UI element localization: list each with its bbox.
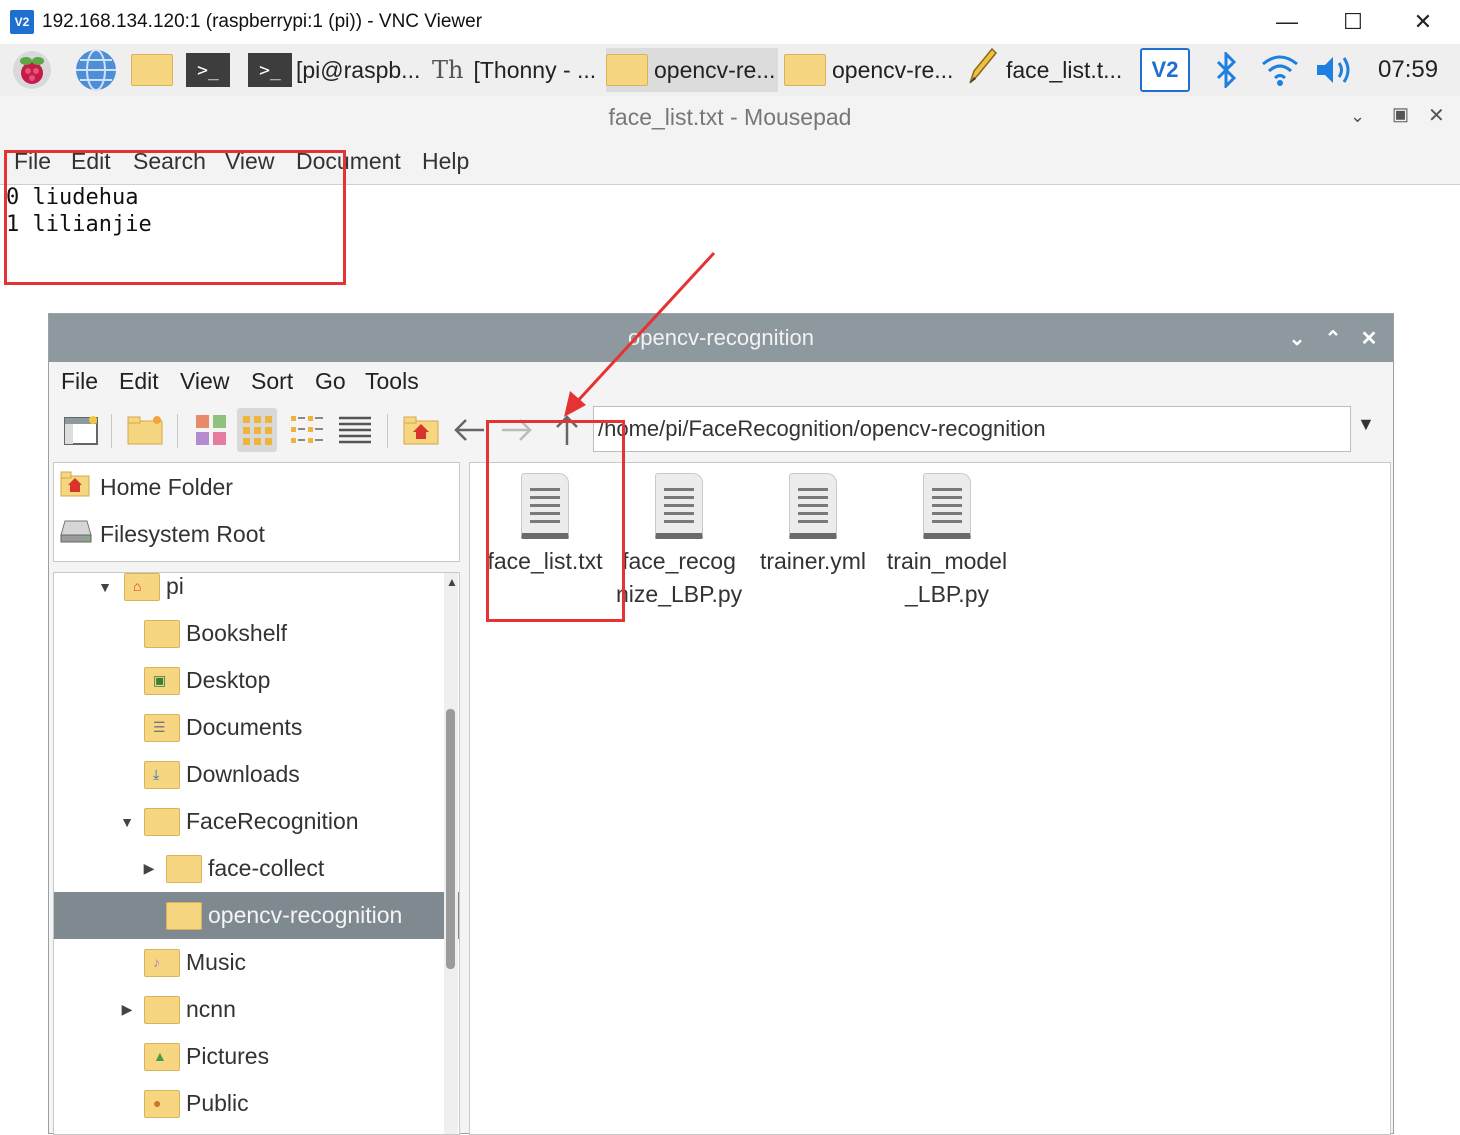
collapsed-triangle-icon: ▶ [143, 860, 155, 876]
annotation-box-face-list-file [486, 420, 625, 622]
mousepad-title-bar: face_list.txt - Mousepad ⌄ ▣ ✕ [0, 96, 1460, 140]
vnc-window-title: 192.168.134.120:1 (raspberrypi:1 (pi)) -… [42, 11, 483, 32]
vnc-logo-icon: V2 [10, 10, 34, 34]
pictures-folder-icon: ▲ [144, 1042, 180, 1071]
task-terminal[interactable]: >_ [pi@raspb... [248, 48, 424, 92]
terminal-launcher-icon[interactable]: >_ [186, 48, 230, 92]
documents-folder-icon: ☰ [144, 713, 180, 742]
home-icon [60, 471, 90, 503]
mousepad-close-button[interactable]: ✕ [1428, 103, 1445, 128]
file-manager-launcher-icon[interactable] [130, 48, 174, 92]
new-window-icon[interactable] [61, 408, 101, 452]
toolbar-separator [387, 414, 388, 448]
text-file-icon [655, 473, 703, 539]
volume-icon[interactable] [1312, 48, 1356, 92]
desktop-folder-icon: ▣ [144, 666, 180, 695]
mousepad-window-title: face_list.txt - Mousepad [608, 104, 852, 130]
file-item-face-recognize-lbp-py[interactable]: face_recog nize_LBP.py [616, 473, 742, 611]
task-opencv-recognition-2[interactable]: opencv-re... [784, 48, 956, 92]
expanded-triangle-icon: ▼ [98, 578, 112, 595]
tree-item-bookshelf[interactable]: Bookshelf [54, 610, 459, 657]
globe-browser-icon[interactable] [74, 48, 118, 92]
mousepad-minimize-button[interactable]: ⌄ [1350, 106, 1365, 127]
close-button[interactable]: ✕ [1398, 6, 1448, 38]
tree-item-public[interactable]: ● Public [54, 1080, 459, 1127]
tree-item-music[interactable]: ♪ Music [54, 939, 459, 986]
terminal-icon: >_ [248, 53, 292, 87]
task-opencv-recognition-1[interactable]: opencv-re... [606, 48, 778, 92]
clock: 07:59 [1378, 56, 1439, 83]
place-home-folder[interactable]: Home Folder [60, 465, 233, 509]
home-folder-button-icon[interactable] [401, 408, 441, 452]
thonny-icon: Th [432, 56, 464, 84]
icon-view-icon[interactable] [237, 408, 277, 452]
tree-item-documents[interactable]: ☰ Documents [54, 704, 459, 751]
scroll-up-arrow-icon[interactable]: ▲ [446, 575, 458, 589]
tree-item-pi[interactable]: ▼ ⌂ pi [54, 573, 459, 610]
home-icon: ⌂ [124, 573, 160, 601]
maximize-button[interactable]: ☐ [1328, 6, 1378, 38]
expanded-triangle-icon: ▼ [120, 813, 134, 830]
task-thonny[interactable]: Th [Thonny - ... [432, 48, 604, 92]
fm-menu-file[interactable]: File [61, 368, 98, 395]
drive-icon [60, 519, 92, 549]
tree-item-facerecognition[interactable]: ▼ FaceRecognition [54, 798, 459, 845]
thumbnail-view-icon[interactable] [191, 408, 231, 452]
tree-item-ncnn[interactable]: ▶ ncnn [54, 986, 459, 1033]
fm-menu-tools[interactable]: Tools [365, 368, 419, 395]
tree-scrollbar-thumb[interactable] [446, 709, 455, 969]
new-folder-icon[interactable] [125, 408, 165, 452]
path-history-dropdown-icon[interactable]: ▼ [1357, 414, 1375, 435]
pencil-icon [964, 48, 998, 92]
folder-icon [144, 807, 180, 836]
back-arrow-icon[interactable] [449, 408, 489, 452]
folder-icon [166, 854, 202, 883]
wifi-icon[interactable] [1258, 48, 1302, 92]
music-folder-icon: ♪ [144, 948, 180, 977]
tree-item-desktop[interactable]: ▣ Desktop [54, 657, 459, 704]
file-manager-window: opencv-recognition ⌄ ⌃ ✕ File Edit View … [48, 313, 1394, 1135]
task-mousepad[interactable]: face_list.t... [964, 48, 1134, 92]
tree-item-opencv-recognition[interactable]: opencv-recognition [54, 892, 459, 939]
pi-taskbar: >_ >_ [pi@raspb... Th [Thonny - ... open… [0, 44, 1460, 97]
annotation-box-editor-content [4, 150, 346, 285]
mousepad-menu-help[interactable]: Help [422, 148, 469, 175]
minimize-button[interactable]: — [1262, 6, 1312, 38]
file-item-train-model-lbp-py[interactable]: train_model _LBP.py [884, 473, 1010, 611]
text-file-icon [789, 473, 837, 539]
fm-menu-sort[interactable]: Sort [251, 368, 293, 395]
raspberry-menu-icon[interactable] [10, 48, 54, 92]
fm-menu-view[interactable]: View [180, 368, 229, 395]
list-view-icon[interactable] [335, 408, 375, 452]
directory-tree-pane: ▼ ⌂ pi Bookshelf ▣ Desktop ☰ Documents ⤓… [53, 572, 460, 1135]
bluetooth-icon[interactable] [1204, 48, 1248, 92]
annotation-arrow-icon [564, 251, 716, 417]
compact-view-icon[interactable] [287, 408, 327, 452]
place-filesystem-root[interactable]: Filesystem Root [60, 512, 265, 556]
tree-item-face-collect[interactable]: ▶ face-collect [54, 845, 459, 892]
mousepad-maximize-button[interactable]: ▣ [1392, 104, 1409, 125]
folder-icon [166, 901, 202, 930]
places-pane: Home Folder Filesystem Root [53, 462, 460, 562]
fm-close-button[interactable]: ✕ [1355, 324, 1383, 352]
tree-item-pictures[interactable]: ▲ Pictures [54, 1033, 459, 1080]
fm-menu-go[interactable]: Go [315, 368, 346, 395]
tree-item-downloads[interactable]: ⤓ Downloads [54, 751, 459, 798]
toolbar-separator [111, 414, 112, 448]
toolbar-separator [177, 414, 178, 448]
vnc-title-bar: V2 192.168.134.120:1 (raspberrypi:1 (pi)… [0, 0, 1460, 45]
fm-minimize-button[interactable]: ⌄ [1283, 324, 1311, 352]
file-item-trainer-yml[interactable]: trainer.yml [750, 473, 876, 578]
folder-icon [144, 619, 180, 648]
folder-icon [606, 54, 648, 86]
vnc-server-icon[interactable]: V2 [1140, 48, 1190, 92]
folder-icon [144, 995, 180, 1024]
public-folder-icon: ● [144, 1089, 180, 1118]
text-file-icon [923, 473, 971, 539]
folder-icon [784, 54, 826, 86]
downloads-folder-icon: ⤓ [144, 760, 180, 789]
fm-maximize-button[interactable]: ⌃ [1319, 324, 1347, 352]
fm-menu-edit[interactable]: Edit [119, 368, 159, 395]
collapsed-triangle-icon: ▶ [121, 1001, 133, 1017]
